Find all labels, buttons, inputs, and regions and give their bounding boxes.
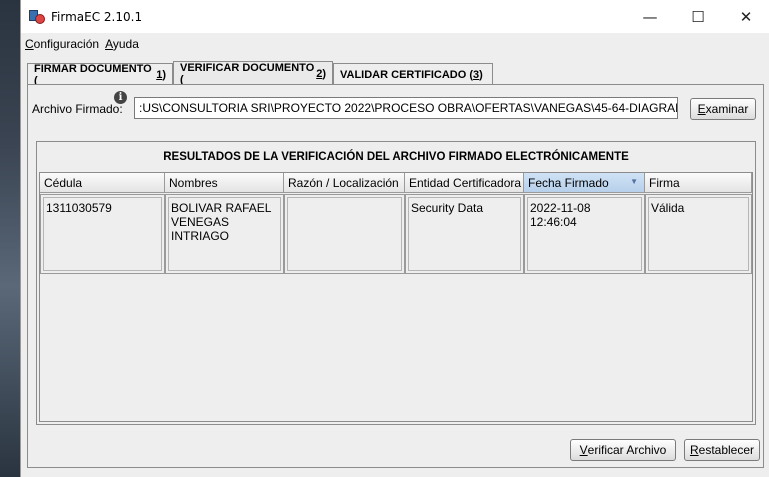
cell-firma: Válida bbox=[645, 194, 752, 274]
title-bar: FirmaEC 2.10.1 — ☐ ✕ bbox=[21, 0, 769, 33]
menu-bar: Configuración Ayuda bbox=[21, 33, 769, 55]
app-icon bbox=[29, 9, 45, 24]
tab-firmar-documento[interactable]: FIRMAR DOCUMENTO (1) bbox=[27, 63, 173, 87]
results-table: Cédula Nombres Razón / Localización Enti… bbox=[39, 172, 753, 422]
column-header-entidad[interactable]: Entidad Certificadora bbox=[405, 173, 524, 193]
verificar-archivo-button[interactable]: Verificar Archivo bbox=[570, 439, 676, 461]
menu-ayuda[interactable]: Ayuda bbox=[105, 37, 139, 51]
tab-validar-certificado[interactable]: VALIDAR CERTIFICADO (3) bbox=[333, 63, 493, 85]
archivo-firmado-field[interactable]: :US\CONSULTORIA SRI\PROYECTO 2022\PROCES… bbox=[134, 97, 678, 119]
cell-cedula: 1311030579 bbox=[40, 194, 165, 274]
column-header-nombres[interactable]: Nombres bbox=[165, 173, 284, 193]
table-header: Cédula Nombres Razón / Localización Enti… bbox=[40, 173, 752, 193]
restablecer-button[interactable]: Restablecer bbox=[684, 439, 760, 461]
app-window: FirmaEC 2.10.1 — ☐ ✕ Configuración Ayuda… bbox=[20, 0, 769, 477]
maximize-button[interactable]: ☐ bbox=[675, 0, 721, 33]
window-title: FirmaEC 2.10.1 bbox=[51, 9, 143, 24]
cell-razon bbox=[284, 194, 405, 274]
verificar-panel: Archivo Firmado: i :US\CONSULTORIA SRI\P… bbox=[27, 84, 764, 468]
archivo-firmado-label: Archivo Firmado: bbox=[32, 102, 123, 116]
minimize-button[interactable]: — bbox=[627, 0, 673, 33]
column-header-cedula[interactable]: Cédula bbox=[40, 173, 165, 193]
menu-configuracion[interactable]: Configuración bbox=[25, 37, 99, 51]
tab-strip: FIRMAR DOCUMENTO (1) VERIFICAR DOCUMENTO… bbox=[27, 61, 763, 87]
sort-descending-icon: ▼ bbox=[630, 177, 638, 186]
desktop-background bbox=[0, 0, 20, 477]
maximize-icon: ☐ bbox=[691, 7, 705, 26]
cell-fecha: 2022-11-08 12:46:04 bbox=[524, 194, 645, 274]
cell-entidad: Security Data bbox=[405, 194, 524, 274]
results-group: RESULTADOS DE LA VERIFICACIÓN DEL ARCHIV… bbox=[36, 141, 756, 425]
examinar-button[interactable]: Examinar bbox=[690, 98, 756, 120]
column-header-razon[interactable]: Razón / Localización bbox=[284, 173, 405, 193]
tab-verificar-documento[interactable]: VERIFICAR DOCUMENTO (2) bbox=[173, 61, 333, 86]
info-icon[interactable]: i bbox=[114, 91, 127, 104]
minimize-icon: — bbox=[642, 7, 658, 26]
close-button[interactable]: ✕ bbox=[723, 0, 769, 33]
column-header-fecha[interactable]: Fecha Firmado ▼ bbox=[524, 173, 645, 193]
close-icon: ✕ bbox=[739, 7, 753, 26]
cell-nombres: BOLIVAR RAFAEL VENEGAS INTRIAGO bbox=[165, 194, 284, 274]
results-title: RESULTADOS DE LA VERIFICACIÓN DEL ARCHIV… bbox=[163, 151, 629, 163]
column-header-firma[interactable]: Firma bbox=[645, 173, 752, 193]
